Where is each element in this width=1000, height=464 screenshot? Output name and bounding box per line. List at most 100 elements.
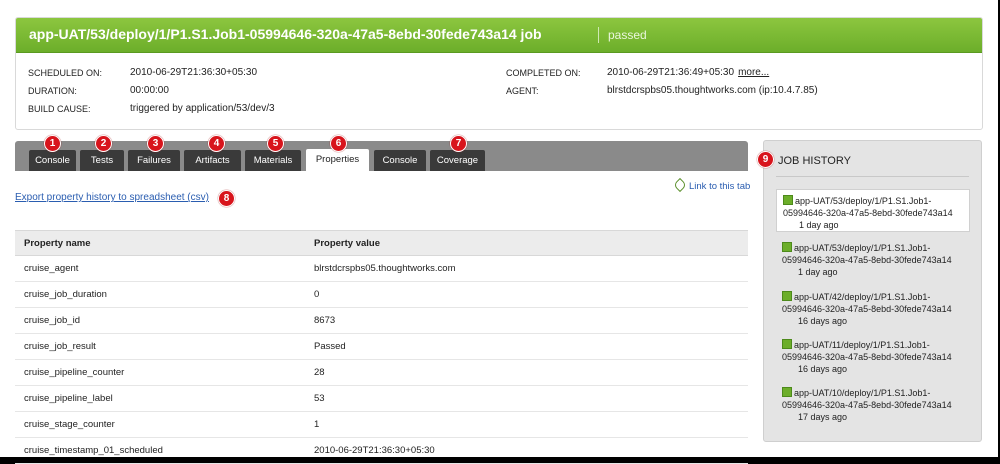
job-history-item-line1: app-UAT/53/deploy/1/P1.S1.Job1- <box>795 196 932 206</box>
tab-console-2[interactable]: Console <box>374 150 426 171</box>
tab-coverage-label: Coverage <box>436 155 479 166</box>
job-history-item-line1: app-UAT/53/deploy/1/P1.S1.Job1- <box>794 243 931 253</box>
tab-console-2-label: Console <box>382 155 418 166</box>
tab-properties-label: Properties <box>315 154 360 165</box>
passed-status-icon <box>783 195 793 205</box>
annotation-badge-7: 7 <box>450 135 467 152</box>
annotation-badge-8: 8 <box>218 190 235 207</box>
tab-console[interactable]: Console <box>29 150 76 171</box>
duration-value: 00:00:00 <box>130 85 169 96</box>
annotation-badge-9: 9 <box>757 151 774 168</box>
property-value-cell: 28 <box>305 359 748 386</box>
tab-materials[interactable]: Materials <box>245 150 301 171</box>
tab-tests-label: Tests <box>90 155 114 166</box>
completed-label: COMPLETED ON: <box>506 68 581 78</box>
job-history-item-line2: 05994646-320a-47a5-8ebd-30fede743a14 <box>783 208 953 218</box>
build-cause-label: BUILD CAUSE: <box>28 104 91 114</box>
job-history-item-line2: 05994646-320a-47a5-8ebd-30fede743a14 <box>782 255 952 265</box>
property-name-cell: cruise_job_id <box>15 307 305 334</box>
passed-status-icon <box>782 387 792 397</box>
tab-artifacts[interactable]: Artifacts <box>184 150 241 171</box>
table-row: cruise_job_id 8673 <box>15 307 748 334</box>
annotation-badge-4: 4 <box>208 135 225 152</box>
job-header-bar: app-UAT/53/deploy/1/P1.S1.Job1-05994646-… <box>16 18 982 53</box>
link-icon <box>672 177 688 193</box>
property-name-cell: cruise_pipeline_label <box>15 385 305 412</box>
annotation-badge-1: 1 <box>44 135 61 152</box>
job-history-item-ago: 17 days ago <box>798 412 848 422</box>
tab-failures[interactable]: Failures <box>128 150 180 171</box>
table-row: cruise_job_result Passed <box>15 333 748 360</box>
link-to-tab[interactable]: Link to this tab <box>672 177 751 193</box>
table-header-row: Property name Property value <box>15 230 748 256</box>
job-history-item[interactable]: app-UAT/10/deploy/1/P1.S1.Job1- 05994646… <box>776 382 970 425</box>
property-name-cell: cruise_timestamp_01_scheduled <box>15 437 305 464</box>
job-history-item[interactable]: app-UAT/42/deploy/1/P1.S1.Job1- 05994646… <box>776 286 970 329</box>
job-history-item[interactable]: app-UAT/53/deploy/1/P1.S1.Job1- 05994646… <box>776 237 970 280</box>
job-history-item-line1: app-UAT/42/deploy/1/P1.S1.Job1- <box>794 292 931 302</box>
column-header-property-value: Property value <box>305 230 748 256</box>
property-name-cell: cruise_job_duration <box>15 281 305 308</box>
tab-tests[interactable]: Tests <box>80 150 124 171</box>
more-link[interactable]: more... <box>738 67 769 78</box>
job-history-item-line2: 05994646-320a-47a5-8ebd-30fede743a14 <box>782 352 952 362</box>
tab-bar: Console Tests Failures Artifacts Materia… <box>15 141 748 171</box>
table-row: cruise_pipeline_counter 28 <box>15 359 748 386</box>
job-status: passed <box>608 28 647 42</box>
properties-table: Property name Property value cruise_agen… <box>15 230 748 464</box>
table-row: cruise_job_duration 0 <box>15 281 748 308</box>
job-history-item[interactable]: app-UAT/11/deploy/1/P1.S1.Job1- 05994646… <box>776 334 970 377</box>
tab-materials-label: Materials <box>253 155 293 166</box>
property-name-cell: cruise_job_result <box>15 333 305 360</box>
job-history-item-ago: 16 days ago <box>798 364 848 374</box>
property-value-cell: 8673 <box>305 307 748 334</box>
table-row: cruise_stage_counter 1 <box>15 411 748 438</box>
build-cause-value: triggered by application/53/dev/3 <box>130 103 275 114</box>
job-header: app-UAT/53/deploy/1/P1.S1.Job1-05994646-… <box>15 17 983 130</box>
job-title: app-UAT/53/deploy/1/P1.S1.Job1-05994646-… <box>29 26 542 42</box>
annotation-badge-6: 6 <box>330 135 347 152</box>
property-value-cell: 53 <box>305 385 748 412</box>
table-row: cruise_timestamp_01_scheduled 2010-06-29T… <box>15 437 748 464</box>
property-value-cell: Passed <box>305 333 748 360</box>
property-name-cell: cruise_pipeline_counter <box>15 359 305 386</box>
table-row: cruise_agent blrstdcrspbs05.thoughtworks.… <box>15 255 748 282</box>
job-history-item-line1: app-UAT/10/deploy/1/P1.S1.Job1- <box>794 388 931 398</box>
property-value-cell: 0 <box>305 281 748 308</box>
scheduled-value: 2010-06-29T21:36:30+05:30 <box>130 67 258 78</box>
link-to-tab-label: Link to this tab <box>689 181 751 192</box>
property-name-cell: cruise_stage_counter <box>15 411 305 438</box>
property-value-cell: 2010-06-29T21:36:30+05:30 <box>305 437 748 464</box>
job-history-item-ago: 1 day ago <box>798 267 838 277</box>
annotation-badge-3: 3 <box>147 135 164 152</box>
tab-coverage[interactable]: Coverage <box>430 150 485 171</box>
export-csv-link[interactable]: Export property history to spreadsheet (… <box>15 192 209 203</box>
scheduled-label: SCHEDULED ON: <box>28 68 103 78</box>
job-history-item-line2: 05994646-320a-47a5-8ebd-30fede743a14 <box>782 304 952 314</box>
annotation-badge-2: 2 <box>95 135 112 152</box>
job-history-item-ago: 16 days ago <box>798 316 848 326</box>
agent-value: blrstdcrspbs05.thoughtworks.com (ip:10.4… <box>607 85 818 96</box>
column-header-property-name: Property name <box>15 230 305 256</box>
tab-failures-label: Failures <box>137 155 171 166</box>
completed-value: 2010-06-29T21:36:49+05:30 <box>607 67 735 78</box>
tab-properties[interactable]: Properties <box>306 149 369 171</box>
property-name-cell: cruise_agent <box>15 255 305 282</box>
passed-status-icon <box>782 291 792 301</box>
table-row: cruise_pipeline_label 53 <box>15 385 748 412</box>
tab-artifacts-label: Artifacts <box>195 155 230 166</box>
agent-label: AGENT: <box>506 86 539 96</box>
tab-console-label: Console <box>35 155 70 166</box>
job-history-item-line2: 05994646-320a-47a5-8ebd-30fede743a14 <box>782 400 952 410</box>
title-separator <box>598 27 599 43</box>
job-history-title: JOB HISTORY <box>778 155 851 167</box>
job-history-panel: JOB HISTORY app-UAT/53/deploy/1/P1.S1.Jo… <box>763 140 982 442</box>
property-value-cell: blrstdcrspbs05.thoughtworks.com <box>305 255 748 282</box>
duration-label: DURATION: <box>28 86 77 96</box>
job-history-item-line1: app-UAT/11/deploy/1/P1.S1.Job1- <box>794 340 930 350</box>
passed-status-icon <box>782 339 792 349</box>
job-history-item[interactable]: app-UAT/53/deploy/1/P1.S1.Job1- 05994646… <box>776 189 970 232</box>
annotation-badge-5: 5 <box>267 135 284 152</box>
property-value-cell: 1 <box>305 411 748 438</box>
job-history-divider <box>776 176 969 177</box>
